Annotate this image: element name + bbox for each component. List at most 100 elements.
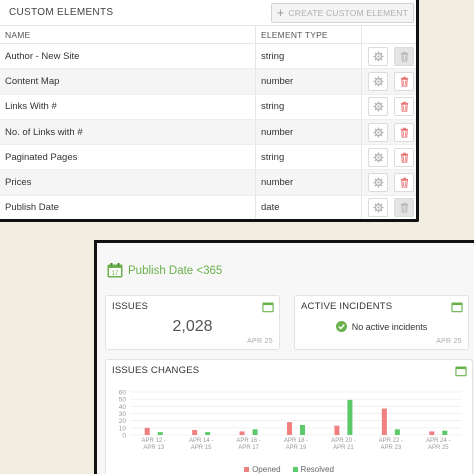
row-actions — [362, 120, 416, 144]
incidents-status: No active incidents — [295, 321, 468, 332]
trash-icon — [399, 101, 410, 112]
y-tick-label: 20 — [119, 418, 127, 425]
active-incidents-label: ACTIVE INCIDENTS — [301, 301, 393, 312]
table-row[interactable]: Paginated Pages string — [0, 145, 416, 171]
settings-button[interactable] — [368, 147, 388, 167]
y-tick-label: 10 — [119, 425, 127, 432]
table-header: NAME ELEMENT TYPE — [0, 26, 416, 44]
bar-opened — [381, 408, 387, 435]
bar-opened — [192, 429, 198, 435]
element-name: Prices — [0, 170, 256, 195]
y-tick-label: 0 — [122, 433, 126, 440]
table-row[interactable]: Content Map number — [0, 69, 416, 95]
settings-button[interactable] — [368, 71, 388, 91]
issues-date: APR 25 — [247, 338, 273, 345]
element-name: Publish Date — [0, 195, 256, 219]
x-tick-label: APR 21 — [333, 445, 354, 451]
chart-legend: Opened Resolved — [106, 465, 472, 474]
check-circle-icon — [335, 321, 347, 332]
gear-icon — [372, 101, 384, 112]
create-custom-element-label: CREATE CUSTOM ELEMENT — [288, 7, 408, 18]
element-name: Content Map — [0, 69, 256, 94]
delete-button[interactable] — [394, 71, 414, 91]
element-type: number — [256, 69, 362, 94]
x-tick-label: APR 19 — [286, 445, 307, 451]
table-row[interactable]: No. of Links with # number — [0, 119, 416, 146]
trash-icon — [399, 76, 410, 87]
gear-icon — [372, 152, 384, 163]
custom-elements-title: CUSTOM ELEMENTS — [9, 7, 114, 18]
element-type: number — [256, 170, 362, 195]
svg-text:17: 17 — [112, 271, 119, 277]
dashboard-title: 17 Publish Date <365 — [107, 263, 222, 278]
plus-icon: + — [276, 5, 285, 20]
delete-button[interactable] — [394, 147, 414, 167]
column-type-header[interactable]: ELEMENT TYPE — [256, 26, 362, 43]
incidents-status-text: No active incidents — [351, 321, 428, 332]
table-row[interactable]: Author - New Site string — [0, 44, 416, 70]
bar-opened — [429, 431, 435, 435]
issues-changes-chart: 0102030405060APR 12 -APR 13APR 14 -APR 1… — [119, 390, 462, 451]
legend-opened[interactable]: Opened — [244, 465, 281, 474]
calendar-icon — [262, 302, 274, 313]
bar-opened — [144, 427, 150, 435]
x-tick-label: APR 25 — [428, 445, 449, 451]
gear-icon — [372, 202, 384, 213]
issues-label: ISSUES — [112, 301, 149, 312]
table-row[interactable]: Publish Date date — [0, 195, 416, 219]
custom-elements-panel: CUSTOM ELEMENTS + CREATE CUSTOM ELEMENT … — [0, 0, 419, 222]
bar-resolved — [394, 429, 400, 435]
delete-button[interactable] — [394, 198, 414, 218]
y-tick-label: 60 — [119, 390, 127, 397]
bar-opened — [239, 431, 245, 435]
delete-button[interactable] — [394, 46, 414, 66]
active-incidents-card[interactable]: ACTIVE INCIDENTS No active incidents APR… — [294, 295, 469, 350]
x-tick-label: APR 13 — [143, 445, 164, 451]
element-type: string — [256, 145, 362, 170]
column-name-header[interactable]: NAME — [0, 26, 256, 43]
x-tick-label: APR 12 - — [142, 438, 166, 444]
delete-button[interactable] — [394, 122, 414, 142]
trash-icon — [399, 152, 410, 163]
bar-resolved — [205, 432, 211, 435]
gear-icon — [372, 177, 384, 188]
element-type: string — [256, 44, 362, 69]
row-actions — [362, 145, 416, 169]
row-actions — [362, 170, 416, 194]
settings-button[interactable] — [368, 173, 388, 193]
element-type: date — [256, 195, 362, 219]
bar-opened — [334, 425, 340, 435]
issues-card[interactable]: ISSUES 2,028 APR 25 — [105, 295, 280, 350]
delete-button[interactable] — [394, 173, 414, 193]
delete-button[interactable] — [394, 97, 414, 117]
bar-opened — [287, 422, 292, 435]
legend-resolved[interactable]: Resolved — [292, 465, 334, 474]
bar-resolved — [252, 429, 258, 435]
custom-elements-table-body: Author - New Site string Content Map number… — [0, 44, 416, 219]
issues-count: 2,028 — [172, 318, 213, 335]
trash-icon — [399, 51, 410, 62]
gear-icon — [372, 76, 384, 87]
x-tick-label: APR 18 - — [284, 438, 308, 444]
x-tick-label: APR 15 — [191, 445, 212, 451]
trash-icon — [399, 177, 410, 188]
settings-button[interactable] — [368, 97, 388, 117]
dashboard-title-text[interactable]: Publish Date <365 — [128, 265, 222, 277]
create-custom-element-button[interactable]: + CREATE CUSTOM ELEMENT — [270, 2, 414, 23]
bar-resolved — [300, 424, 305, 435]
x-tick-label: APR 24 - — [426, 438, 450, 444]
bar-resolved — [157, 432, 163, 435]
element-name: Paginated Pages — [0, 145, 256, 170]
incidents-date: APR 25 — [436, 338, 462, 345]
bar-resolved — [442, 430, 448, 435]
dashboard-panel: 17 Publish Date <365 ISSUES 2,028 APR 25… — [94, 240, 474, 474]
row-actions — [362, 69, 416, 93]
table-row[interactable]: Links With # string — [0, 94, 416, 120]
settings-button[interactable] — [368, 46, 388, 66]
issues-changes-card[interactable]: ISSUES CHANGES 0 10 20 30 40 50 60 APR 12 - APR … — [105, 359, 473, 474]
table-row[interactable]: Prices number — [0, 170, 416, 196]
element-name: Links With # — [0, 94, 256, 119]
settings-button[interactable] — [368, 198, 388, 218]
settings-button[interactable] — [368, 122, 388, 142]
trash-icon — [399, 202, 410, 214]
